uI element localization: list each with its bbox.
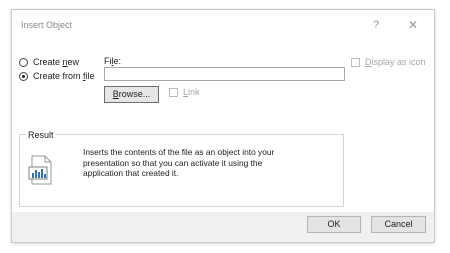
create-from-file-label: Create from file — [33, 71, 95, 81]
display-as-icon-label: Display as icon — [365, 57, 426, 67]
document-chart-icon — [28, 155, 52, 185]
create-new-option[interactable]: Create new — [19, 57, 79, 67]
create-new-radio[interactable] — [19, 57, 28, 67]
dialog-title: Insert Object — [21, 20, 73, 30]
result-label: Result — [26, 130, 56, 140]
create-from-file-radio[interactable] — [19, 71, 28, 81]
create-new-label: Create new — [33, 57, 80, 67]
display-as-icon-checkbox[interactable] — [351, 57, 360, 67]
title-bar: Insert Object ? ✕ — [12, 10, 434, 40]
close-button[interactable]: ✕ — [405, 16, 421, 34]
link-label: Link — [183, 87, 200, 97]
help-button[interactable]: ? — [368, 16, 384, 34]
ok-button[interactable]: OK — [307, 216, 361, 233]
insert-object-dialog: Insert Object ? ✕ Create new Create from… — [11, 9, 435, 243]
create-from-file-option[interactable]: Create from file — [19, 71, 95, 81]
result-description: Inserts the contents of the file as an o… — [83, 147, 275, 178]
link-option[interactable]: Link — [169, 87, 200, 97]
cancel-button[interactable]: Cancel — [371, 216, 426, 233]
file-label: File: — [104, 56, 122, 66]
link-checkbox[interactable] — [169, 87, 178, 97]
file-path-input[interactable] — [104, 67, 345, 81]
browse-button[interactable]: Browse... — [104, 86, 159, 103]
display-as-icon-option[interactable]: Display as icon — [351, 57, 426, 67]
